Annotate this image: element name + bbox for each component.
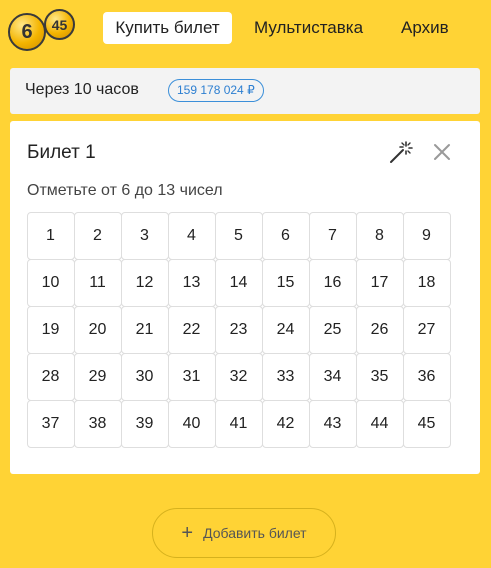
- ticket-card: Билет 1 Отметьте от 6 до 13 чисел 1 2 3 …: [10, 121, 480, 474]
- number-cell[interactable]: 5: [214, 211, 263, 260]
- number-cell[interactable]: 34: [308, 352, 357, 401]
- number-cell[interactable]: 31: [167, 352, 216, 401]
- logo-ball-6: 6: [8, 13, 46, 51]
- number-cell[interactable]: 35: [355, 352, 404, 401]
- number-cell[interactable]: 7: [308, 211, 357, 260]
- draw-info-bar: Через 10 часов 159 178 024 ₽: [10, 68, 480, 114]
- logo-ball-45: 45: [44, 9, 75, 40]
- draw-time: Через 10 часов: [25, 81, 139, 98]
- nav-multibet[interactable]: Мультиставка: [254, 12, 363, 44]
- number-cell[interactable]: 27: [402, 305, 451, 354]
- number-cell[interactable]: 43: [308, 399, 357, 448]
- number-cell[interactable]: 24: [261, 305, 310, 354]
- number-cell[interactable]: 41: [214, 399, 263, 448]
- close-icon[interactable]: [431, 141, 453, 163]
- number-cell[interactable]: 16: [308, 258, 357, 307]
- number-cell[interactable]: 12: [120, 258, 169, 307]
- selection-hint: Отметьте от 6 до 13 чисел: [27, 182, 223, 199]
- number-cell[interactable]: 22: [167, 305, 216, 354]
- number-cell[interactable]: 37: [26, 399, 75, 448]
- number-grid: 1 2 3 4 5 6 7 8 9 10 11 12 13 14 15 16 1…: [26, 211, 451, 448]
- number-cell[interactable]: 15: [261, 258, 310, 307]
- number-cell[interactable]: 40: [167, 399, 216, 448]
- number-cell[interactable]: 14: [214, 258, 263, 307]
- number-cell[interactable]: 44: [355, 399, 404, 448]
- number-cell[interactable]: 36: [402, 352, 451, 401]
- top-navigation: 6 45 Купить билет Мультиставка Архив: [0, 0, 491, 58]
- number-cell[interactable]: 42: [261, 399, 310, 448]
- plus-icon: +: [181, 522, 194, 544]
- jackpot-badge: 159 178 024 ₽: [168, 79, 264, 102]
- nav-archive[interactable]: Архив: [401, 12, 449, 44]
- number-cell[interactable]: 30: [120, 352, 169, 401]
- number-cell[interactable]: 1: [26, 211, 75, 260]
- number-cell[interactable]: 4: [167, 211, 216, 260]
- number-cell[interactable]: 9: [402, 211, 451, 260]
- number-cell[interactable]: 25: [308, 305, 357, 354]
- number-cell[interactable]: 38: [73, 399, 122, 448]
- number-cell[interactable]: 32: [214, 352, 263, 401]
- number-cell[interactable]: 23: [214, 305, 263, 354]
- number-cell[interactable]: 19: [26, 305, 75, 354]
- add-ticket-button[interactable]: + Добавить билет: [152, 508, 336, 558]
- add-ticket-label: Добавить билет: [203, 525, 307, 541]
- number-cell[interactable]: 2: [73, 211, 122, 260]
- number-cell[interactable]: 21: [120, 305, 169, 354]
- number-cell[interactable]: 39: [120, 399, 169, 448]
- number-cell[interactable]: 26: [355, 305, 404, 354]
- number-cell[interactable]: 45: [402, 399, 451, 448]
- number-cell[interactable]: 18: [402, 258, 451, 307]
- number-cell[interactable]: 13: [167, 258, 216, 307]
- magic-wand-icon[interactable]: [388, 139, 414, 165]
- number-cell[interactable]: 10: [26, 258, 75, 307]
- nav-buy-ticket[interactable]: Купить билет: [103, 12, 232, 44]
- logo-6-45[interactable]: 6 45: [6, 6, 78, 52]
- number-cell[interactable]: 6: [261, 211, 310, 260]
- number-cell[interactable]: 17: [355, 258, 404, 307]
- number-cell[interactable]: 11: [73, 258, 122, 307]
- number-cell[interactable]: 8: [355, 211, 404, 260]
- number-cell[interactable]: 28: [26, 352, 75, 401]
- number-cell[interactable]: 33: [261, 352, 310, 401]
- number-cell[interactable]: 3: [120, 211, 169, 260]
- ticket-title: Билет 1: [27, 142, 96, 163]
- number-cell[interactable]: 20: [73, 305, 122, 354]
- number-cell[interactable]: 29: [73, 352, 122, 401]
